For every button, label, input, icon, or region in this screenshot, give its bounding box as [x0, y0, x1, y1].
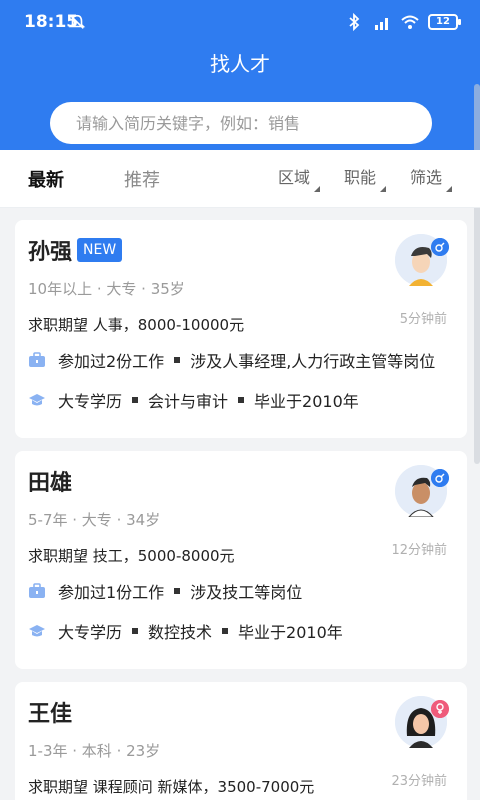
filter-area[interactable]: 区域 [278, 164, 321, 192]
signal-icon [375, 18, 388, 30]
work-positions: 涉及技工等岗位 [190, 583, 303, 602]
separator-dot [238, 397, 245, 403]
dropdown-triangle-icon [380, 186, 387, 192]
candidate-meta: 1-3年 · 本科 · 23岁 [28, 742, 161, 760]
briefcase-icon [29, 583, 45, 598]
post-time: 5分钟前 [399, 312, 447, 327]
briefcase-icon [29, 352, 45, 367]
candidate-meta: 10年以上 · 大专 · 35岁 [28, 280, 185, 298]
filter-screen-label: 筛选 [410, 168, 443, 187]
separator-dot [174, 357, 181, 363]
work-experience-line: 参加过1份工作 涉及技工等岗位 [28, 579, 302, 603]
tab-latest[interactable]: 最新 [28, 166, 64, 192]
separator-dot [132, 397, 139, 403]
wifi-icon [401, 15, 419, 29]
graduation-cap-icon [29, 394, 45, 406]
separator-dot [174, 588, 181, 594]
bell-muted-icon [68, 14, 86, 29]
candidate-name: 王佳 [28, 702, 73, 727]
candidate-expectation: 求职期望 课程顾问 新媒体，3500-7000元 [28, 778, 315, 796]
filter-function-label: 职能 [344, 168, 377, 187]
male-icon [431, 238, 449, 256]
work-positions: 涉及人事经理,人力行政主管等岗位 [190, 352, 436, 371]
graduation-year: 毕业于2010年 [238, 623, 343, 642]
work-experience-line: 参加过2份工作 涉及人事经理,人力行政主管等岗位 [28, 348, 435, 372]
avatar [395, 234, 449, 286]
tab-recommend[interactable]: 推荐 [124, 166, 160, 192]
battery-icon: 12 [428, 14, 461, 30]
graduation-cap-icon [29, 625, 45, 637]
new-badge: NEW [77, 238, 123, 262]
candidate-card[interactable]: 田雄 5-7年 · 大专 · 34岁 求职期望 技工，5000-8000元 12… [15, 451, 467, 669]
page-title: 找人才 [210, 52, 270, 76]
education-level: 大专学历 [58, 392, 123, 411]
post-time: 12分钟前 [391, 543, 447, 558]
tab-bar: 最新 推荐 区域 职能 筛选 [0, 150, 480, 208]
dropdown-triangle-icon [314, 186, 321, 192]
status-bar: 18:15 12 [0, 0, 480, 44]
avatar [395, 696, 449, 748]
work-count: 参加过1份工作 [58, 583, 165, 602]
filter-screen[interactable]: 筛选 [410, 164, 453, 192]
education-line: 大专学历 数控技术 毕业于2010年 [28, 619, 343, 643]
work-count: 参加过2份工作 [58, 352, 165, 371]
graduation-year: 毕业于2010年 [254, 392, 359, 411]
separator-dot [222, 628, 229, 634]
candidate-card[interactable]: 王佳 1-3年 · 本科 · 23岁 求职期望 课程顾问 新媒体，3500-70… [15, 682, 467, 800]
education-line: 大专学历 会计与审计 毕业于2010年 [28, 388, 359, 412]
education-level: 大专学历 [58, 623, 123, 642]
candidate-expectation: 求职期望 人事，8000-10000元 [28, 316, 245, 334]
candidate-card[interactable]: 孙强 NEW 10年以上 · 大专 · 35岁 求职期望 人事，8000-100… [15, 220, 467, 438]
app-header: 18:15 12 找人才 [0, 0, 480, 150]
education-major: 数控技术 [148, 623, 213, 642]
candidate-meta: 5-7年 · 大专 · 34岁 [28, 511, 161, 529]
avatar [395, 465, 449, 518]
candidate-name: 田雄 [28, 471, 73, 496]
dropdown-triangle-icon [446, 186, 453, 192]
candidate-expectation: 求职期望 技工，5000-8000元 [28, 547, 235, 565]
search-input[interactable] [50, 102, 432, 144]
candidate-name: 孙强 [28, 240, 73, 265]
scrollbar[interactable] [474, 84, 480, 464]
education-major: 会计与审计 [148, 392, 229, 411]
filter-function[interactable]: 职能 [344, 164, 387, 192]
female-icon [431, 700, 449, 718]
search-bar[interactable] [50, 102, 432, 144]
separator-dot [132, 628, 139, 634]
male-icon [431, 469, 449, 487]
post-time: 23分钟前 [391, 774, 447, 789]
filter-area-label: 区域 [278, 168, 311, 187]
bluetooth-icon [349, 12, 360, 32]
